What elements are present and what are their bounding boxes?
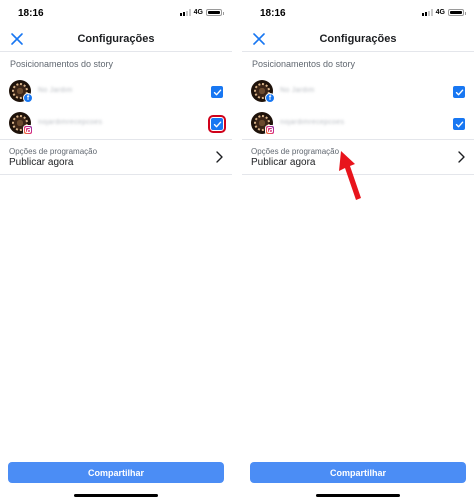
- battery-icon: [206, 9, 224, 16]
- chevron-right-icon: [216, 151, 223, 163]
- instagram-icon: [23, 125, 33, 135]
- account-name: nojardimrecepcoes: [38, 119, 103, 126]
- instagram-checkbox[interactable]: [453, 118, 465, 130]
- share-button[interactable]: Compartilhar: [8, 462, 224, 483]
- account-name: No Jardim: [280, 87, 315, 94]
- instagram-checkbox[interactable]: [208, 115, 226, 133]
- account-row-instagram[interactable]: nojardimrecepcoes: [242, 110, 474, 138]
- nav-bar: Configurações: [242, 27, 474, 52]
- screen-right: 18:16 4G Configurações Posicionamentos d…: [242, 0, 474, 502]
- schedule-label: Opções de programação: [9, 147, 98, 156]
- battery-icon: [448, 9, 466, 16]
- account-row-facebook[interactable]: f No Jardim: [242, 78, 474, 106]
- schedule-label: Opções de programação: [251, 147, 340, 156]
- red-arrow-annotation: [339, 151, 361, 200]
- status-icons: 4G: [421, 9, 466, 16]
- status-icons: 4G: [179, 9, 224, 16]
- home-indicator[interactable]: [316, 494, 400, 497]
- instagram-icon: [265, 125, 275, 135]
- checkmark-icon: [213, 121, 221, 127]
- divider: [0, 174, 232, 175]
- share-button[interactable]: Compartilhar: [250, 462, 466, 483]
- schedule-value: Publicar agora: [251, 157, 316, 168]
- facebook-checkbox[interactable]: [453, 86, 465, 98]
- page-title: Configurações: [77, 33, 155, 45]
- status-bar: 18:16 4G: [0, 0, 232, 26]
- nav-bar: Configurações: [0, 27, 232, 52]
- chevron-right-icon: [458, 151, 465, 163]
- checkmark-icon: [455, 89, 463, 95]
- checkmark-icon: [213, 89, 221, 95]
- facebook-checkbox[interactable]: [211, 86, 223, 98]
- home-indicator[interactable]: [74, 494, 158, 497]
- page-title: Configurações: [319, 33, 397, 45]
- schedule-options[interactable]: Opções de programação Publicar agora: [0, 140, 232, 174]
- screen-left: 18:16 4G Configurações Posicionamentos d…: [0, 0, 232, 502]
- signal-icon: [179, 9, 191, 16]
- status-time: 18:16: [18, 8, 44, 19]
- account-name: nojardimrecepcoes: [280, 119, 345, 126]
- signal-icon: [421, 9, 433, 16]
- account-row-facebook[interactable]: f No Jardim: [0, 78, 232, 106]
- account-name: No Jardim: [38, 87, 73, 94]
- status-bar: 18:16 4G: [242, 0, 474, 26]
- network-type: 4G: [435, 9, 445, 16]
- section-title: Posicionamentos do story: [252, 59, 356, 69]
- account-row-instagram[interactable]: nojardimrecepcoes: [0, 110, 232, 138]
- section-title: Posicionamentos do story: [10, 59, 114, 69]
- checkmark-icon: [455, 121, 463, 127]
- network-type: 4G: [193, 9, 203, 16]
- schedule-value: Publicar agora: [9, 157, 74, 168]
- facebook-icon: f: [23, 93, 33, 103]
- status-time: 18:16: [260, 8, 286, 19]
- facebook-icon: f: [265, 93, 275, 103]
